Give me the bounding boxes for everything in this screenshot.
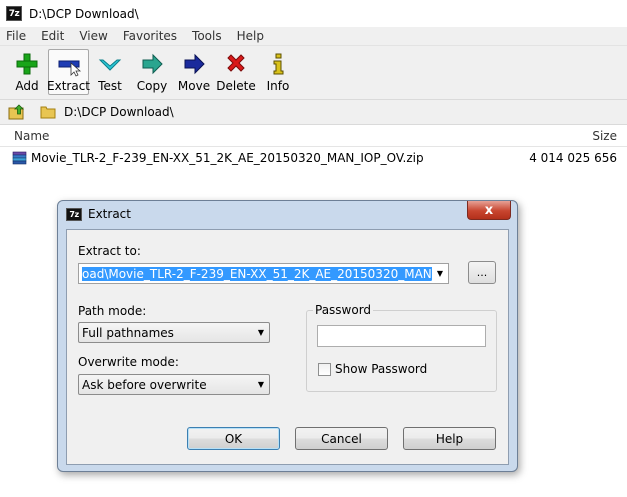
menu-edit[interactable]: Edit: [41, 29, 64, 43]
show-password-checkbox[interactable]: [318, 363, 331, 376]
7zip-logo-icon: 7z: [66, 207, 82, 221]
chevron-down-icon: ▼: [257, 380, 265, 389]
file-list-header: Name Size: [0, 126, 627, 147]
ok-button[interactable]: OK: [187, 427, 280, 450]
password-group: [306, 310, 497, 392]
menu-bar: File Edit View Favorites Tools Help: [0, 27, 627, 46]
folder-icon: [40, 106, 56, 119]
menu-help[interactable]: Help: [237, 29, 264, 43]
close-button[interactable]: x: [467, 201, 511, 220]
toolbar: Add Extract Test Copy Move Delete Info: [0, 46, 627, 99]
move-arrow-icon: [184, 53, 205, 75]
extract-to-value: oad\Movie_TLR-2_F-239_EN-XX_51_2K_AE_201…: [82, 266, 432, 281]
chevron-down-icon[interactable]: ▼: [432, 269, 448, 278]
move-label: Move: [177, 79, 211, 93]
path-mode-value: Full pathnames: [82, 325, 174, 340]
delete-label: Delete: [216, 79, 256, 93]
window-title: D:\DCP Download\: [29, 6, 139, 21]
add-label: Add: [15, 79, 39, 93]
menu-favorites[interactable]: Favorites: [123, 29, 177, 43]
dialog-title: Extract: [88, 207, 131, 221]
dialog-body: Extract to: oad\Movie_TLR-2_F-239_EN-XX_…: [66, 229, 509, 465]
info-icon: [273, 53, 284, 75]
minus-icon: [58, 60, 81, 77]
extract-to-combobox[interactable]: oad\Movie_TLR-2_F-239_EN-XX_51_2K_AE_201…: [78, 263, 449, 284]
7zip-logo-icon: 7z: [6, 6, 22, 21]
overwrite-mode-label: Overwrite mode:: [78, 355, 179, 369]
address-path[interactable]: D:\DCP Download\: [64, 105, 174, 119]
path-mode-label: Path mode:: [78, 304, 147, 318]
copy-arrow-icon: [142, 53, 163, 75]
menu-view[interactable]: View: [79, 29, 107, 43]
menu-tools[interactable]: Tools: [192, 29, 222, 43]
close-icon: x: [484, 202, 494, 218]
test-label: Test: [98, 79, 122, 93]
copy-label: Copy: [136, 79, 168, 93]
file-size: 4 014 025 656: [529, 151, 617, 165]
window-titlebar: 7z D:\DCP Download\: [0, 0, 627, 27]
file-name: Movie_TLR-2_F-239_EN-XX_51_2K_AE_2015032…: [31, 151, 424, 165]
show-password-label: Show Password: [335, 362, 428, 376]
password-input[interactable]: [317, 325, 486, 347]
delete-x-icon: [227, 54, 245, 72]
path-mode-select[interactable]: Full pathnames ▼: [78, 322, 270, 343]
table-row[interactable]: Movie_TLR-2_F-239_EN-XX_51_2K_AE_2015032…: [0, 148, 627, 168]
move-button[interactable]: Move: [173, 49, 215, 95]
chevron-down-icon: ▼: [257, 328, 265, 337]
extract-button[interactable]: Extract: [47, 49, 90, 95]
extract-label: Extract: [47, 79, 90, 93]
cancel-button[interactable]: Cancel: [295, 427, 388, 450]
test-button[interactable]: Test: [89, 49, 131, 95]
extract-dialog: 7z Extract x Extract to: oad\Movie_TLR-2…: [57, 200, 518, 472]
address-bar: D:\DCP Download\: [0, 99, 627, 125]
overwrite-mode-select[interactable]: Ask before overwrite ▼: [78, 374, 270, 395]
delete-button[interactable]: Delete: [215, 49, 257, 95]
menu-file[interactable]: File: [6, 29, 26, 43]
overwrite-mode-value: Ask before overwrite: [82, 377, 207, 392]
folder-up-icon[interactable]: [8, 103, 26, 121]
column-header-size[interactable]: Size: [592, 129, 617, 143]
info-button[interactable]: Info: [257, 49, 299, 95]
info-label: Info: [266, 79, 290, 93]
copy-button[interactable]: Copy: [131, 49, 173, 95]
help-button[interactable]: Help: [403, 427, 496, 450]
add-button[interactable]: Add: [6, 49, 48, 95]
archive-file-icon: [12, 151, 27, 165]
column-header-name[interactable]: Name: [14, 129, 49, 143]
check-icon: [98, 59, 122, 71]
extract-to-label: Extract to:: [78, 244, 141, 258]
extract-to-value-wrap: oad\Movie_TLR-2_F-239_EN-XX_51_2K_AE_201…: [79, 266, 432, 281]
dialog-titlebar: 7z Extract: [58, 201, 517, 227]
plus-icon: [16, 53, 38, 75]
password-label: Password: [313, 303, 374, 317]
browse-button[interactable]: ...: [468, 261, 496, 284]
